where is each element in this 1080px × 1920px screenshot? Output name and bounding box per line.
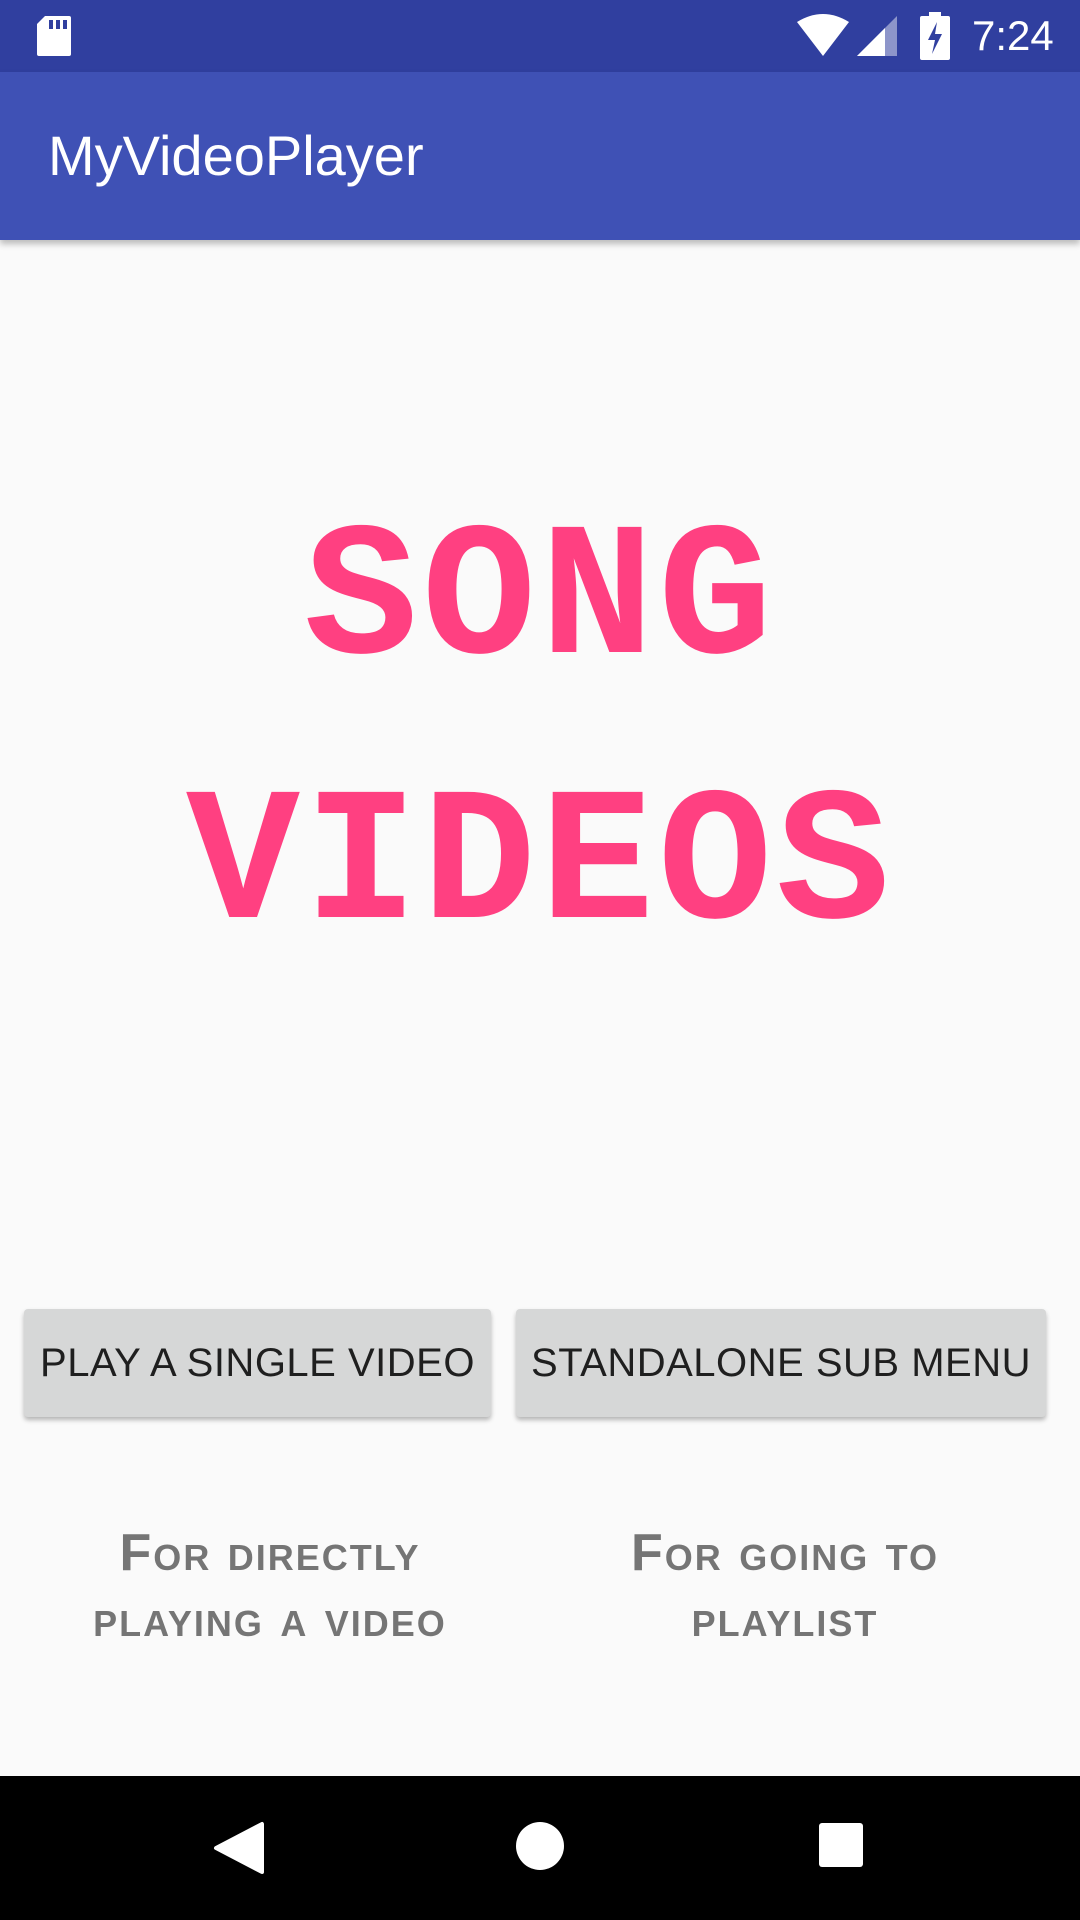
sd-card-icon xyxy=(37,16,71,56)
song-videos-headline: SONG VIDEOS xyxy=(0,470,1080,1000)
back-icon[interactable] xyxy=(212,1820,266,1876)
cell-signal-icon xyxy=(857,16,897,56)
single-video-caption-line-1: For directly xyxy=(119,1524,421,1582)
status-bar: 7:24 xyxy=(0,0,1080,72)
battery-charging-icon xyxy=(920,12,950,60)
sub-menu-caption: For going to playlist xyxy=(560,1520,1010,1652)
standalone-sub-menu-button[interactable]: STANDALONE SUB MENU xyxy=(516,1309,1046,1417)
app-screen: 7:24 MyVideoPlayer SONG VIDEOS PLAY A SI… xyxy=(0,0,1080,1920)
single-video-caption-line-2: playing a video xyxy=(93,1590,447,1648)
recents-icon[interactable] xyxy=(818,1822,864,1868)
single-video-caption: For directly playing a video xyxy=(40,1520,500,1652)
navigation-bar xyxy=(0,1776,1080,1920)
wifi-icon xyxy=(797,14,849,56)
play-single-video-button[interactable]: PLAY A SINGLE VIDEO xyxy=(24,1309,491,1417)
sub-menu-caption-line-2: playlist xyxy=(691,1590,879,1648)
headline-line-2: VIDEOS xyxy=(185,760,895,975)
home-icon[interactable] xyxy=(514,1820,566,1872)
sub-menu-caption-line-1: For going to xyxy=(630,1524,939,1582)
status-clock: 7:24 xyxy=(972,12,1054,59)
app-toolbar: MyVideoPlayer xyxy=(0,72,1080,240)
headline-line-1: SONG xyxy=(303,495,777,710)
app-title: MyVideoPlayer xyxy=(48,124,424,187)
